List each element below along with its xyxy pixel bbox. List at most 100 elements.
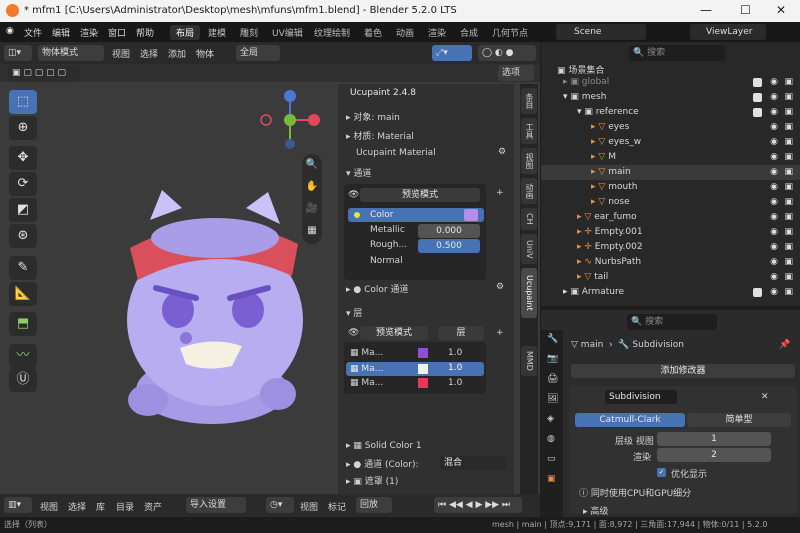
camera-icon[interactable]: ▣ bbox=[784, 122, 793, 132]
editor-type-icon[interactable]: ◫▾ bbox=[4, 45, 32, 61]
world-tab-icon[interactable]: ◍ bbox=[547, 434, 555, 444]
eye-icon[interactable]: ◉ bbox=[770, 257, 778, 267]
options-button[interactable]: 选项 bbox=[498, 65, 534, 81]
move-tool-icon[interactable]: ✥ bbox=[9, 146, 37, 170]
outliner-row[interactable]: ▸ ✛ Empty.001 ◉ ▣ bbox=[541, 225, 800, 240]
select-tool-icon[interactable]: ⬚ bbox=[9, 90, 37, 114]
eye-icon[interactable]: ◉ bbox=[770, 287, 778, 297]
layers-section[interactable]: ▾ 层 bbox=[346, 306, 362, 319]
eye-icon[interactable]: ◉ bbox=[770, 92, 778, 102]
camera-icon[interactable]: ▣ bbox=[784, 107, 793, 117]
playback-dropdown[interactable]: 回放 bbox=[356, 497, 392, 513]
eye-icon[interactable]: ◉ bbox=[770, 212, 778, 222]
menu-catalog[interactable]: 目录 bbox=[116, 500, 134, 513]
channels-section[interactable]: ▾ 通道 bbox=[346, 166, 371, 179]
tab-geometry-nodes[interactable]: 几何节点 bbox=[486, 25, 534, 40]
add-layer-icon[interactable]: + bbox=[496, 328, 504, 338]
tab-univ[interactable]: UniV bbox=[521, 234, 537, 264]
layer-row-1[interactable]: ▦ Ma... bbox=[350, 348, 383, 358]
eye-icon[interactable]: 👁 bbox=[348, 190, 359, 200]
outliner-row[interactable]: ▸ ✛ Empty.002 ◉ ▣ bbox=[541, 240, 800, 255]
eye-icon[interactable]: ◉ bbox=[770, 242, 778, 252]
tab-uv-editing[interactable]: UV编辑 bbox=[266, 25, 309, 40]
camera-icon[interactable]: ▣ bbox=[784, 242, 793, 252]
eye-icon[interactable]: ◉ bbox=[770, 107, 778, 117]
menu-add[interactable]: 添加 bbox=[168, 47, 186, 60]
tab-tool[interactable]: 工具 bbox=[521, 118, 537, 144]
metallic-value[interactable]: 0.000 bbox=[418, 224, 480, 238]
outliner-row[interactable]: ▸ ▽ tail ◉ ▣ bbox=[541, 270, 800, 285]
settings-gear-icon[interactable]: ⚙ bbox=[498, 147, 506, 157]
menu-asset[interactable]: 资产 bbox=[144, 500, 162, 513]
scene-selector[interactable]: Scene bbox=[556, 24, 646, 40]
eye-icon[interactable]: ◉ bbox=[770, 152, 778, 162]
properties-search-input[interactable]: 🔍 搜索 bbox=[627, 314, 717, 330]
checkbox[interactable] bbox=[753, 93, 762, 102]
camera-icon[interactable]: ▣ bbox=[784, 197, 793, 207]
channel-color-section[interactable]: ▸ ● 通道 (Color): bbox=[346, 457, 419, 470]
advanced-section[interactable]: ▸ 高级 bbox=[583, 504, 608, 517]
transform-tool-icon[interactable]: ⊛ bbox=[9, 224, 37, 248]
outliner-row[interactable]: ▸ ▽ eyes ◉ ▣ bbox=[541, 120, 800, 135]
scale-tool-icon[interactable]: ◩ bbox=[9, 198, 37, 222]
add-cube-tool-icon[interactable]: ⬒ bbox=[9, 312, 37, 336]
render-levels-field[interactable]: 2 bbox=[657, 448, 771, 462]
tab-shading[interactable]: 着色 bbox=[358, 25, 388, 40]
menu-file[interactable]: 文件 bbox=[24, 26, 42, 39]
orientation-selector[interactable]: 全局 bbox=[236, 45, 280, 61]
tab-ch[interactable]: CH bbox=[521, 208, 537, 230]
menu-select[interactable]: 选择 bbox=[140, 47, 158, 60]
object-tab-icon[interactable]: ▣ bbox=[547, 474, 556, 484]
cursor-tool-icon[interactable]: ⊕ bbox=[9, 116, 37, 140]
tab-view[interactable]: 视图 bbox=[521, 148, 537, 174]
solid-color-section[interactable]: ▸ ▦ Solid Color 1 bbox=[346, 441, 422, 451]
eye-icon[interactable]: ◉ bbox=[770, 227, 778, 237]
outliner-row[interactable]: ▸ ▽ ear_fumo ◉ ▣ bbox=[541, 210, 800, 225]
camera-icon[interactable]: ▣ bbox=[784, 227, 793, 237]
eye-icon[interactable]: ◉ bbox=[770, 137, 778, 147]
tab-mmd[interactable]: MMD bbox=[521, 346, 537, 376]
tab-layout[interactable]: 布局 bbox=[170, 25, 201, 40]
camera-icon[interactable]: ▣ bbox=[784, 257, 793, 267]
timeline-editor-icon[interactable]: ◷▾ bbox=[266, 497, 294, 513]
simple-button[interactable]: 简单型 bbox=[687, 413, 791, 427]
menu-library[interactable]: 库 bbox=[96, 500, 105, 513]
tab-ucupaint[interactable]: Ucupaint bbox=[521, 268, 537, 318]
tab-compositing[interactable]: 合成 bbox=[454, 25, 484, 40]
editor-type-icon[interactable]: ▥▾ bbox=[4, 497, 32, 513]
camera-icon[interactable]: ▣ bbox=[784, 167, 793, 177]
tab-sculpting[interactable]: 雕刻 bbox=[234, 25, 264, 40]
catmull-clark-button[interactable]: Catmull-Clark bbox=[575, 413, 685, 427]
camera-icon[interactable]: ▣ bbox=[784, 287, 793, 297]
camera-icon[interactable]: ▣ bbox=[784, 77, 793, 87]
menu-view[interactable]: 视图 bbox=[112, 47, 130, 60]
checkbox[interactable] bbox=[753, 78, 762, 87]
eye-icon[interactable]: ◉ bbox=[770, 182, 778, 192]
navigation-gizmo[interactable] bbox=[258, 90, 328, 150]
menu-edit[interactable]: 编辑 bbox=[52, 26, 70, 39]
layer-row-3[interactable]: ▦ Ma... bbox=[350, 378, 383, 388]
preview-mode-button[interactable]: 预览模式 bbox=[360, 188, 480, 202]
rotate-tool-icon[interactable]: ⟳ bbox=[9, 172, 37, 196]
camera-icon[interactable]: ▣ bbox=[784, 152, 793, 162]
menu-marker[interactable]: 标记 bbox=[328, 500, 346, 513]
viewport-gizmo-toggle[interactable]: ⤢▾ bbox=[432, 45, 472, 61]
levels-viewport-field[interactable]: 1 bbox=[657, 432, 771, 446]
minimize-icon[interactable]: — bbox=[700, 3, 712, 17]
scene-tab-icon[interactable]: ◈ bbox=[547, 414, 554, 424]
layer-row-2[interactable]: ▦ Ma... bbox=[346, 362, 484, 376]
outliner-row[interactable]: ▸ ▣ Armature ◉ ▣ bbox=[541, 285, 800, 300]
outliner-row[interactable]: ▸ ▽ eyes_w ◉ ▣ bbox=[541, 135, 800, 150]
color-channel-section[interactable]: ▸ ● Color 通道 bbox=[346, 282, 408, 295]
checkbox[interactable] bbox=[753, 108, 762, 117]
modifier-name-field[interactable]: Subdivision bbox=[605, 390, 677, 404]
blender-menu-icon[interactable]: ◉ bbox=[6, 26, 14, 36]
layer-opacity-2[interactable]: 1.0 bbox=[448, 363, 462, 373]
menu-view[interactable]: 视图 bbox=[40, 500, 58, 513]
camera-icon[interactable]: ▣ bbox=[784, 212, 793, 222]
menu-render[interactable]: 渲染 bbox=[80, 26, 98, 39]
color-swatch[interactable] bbox=[464, 209, 478, 221]
eye-icon[interactable]: ◉ bbox=[770, 197, 778, 207]
mode-selector[interactable]: 物体模式 bbox=[38, 45, 104, 61]
view-layer-tab-icon[interactable]: 🖼 bbox=[547, 394, 558, 404]
